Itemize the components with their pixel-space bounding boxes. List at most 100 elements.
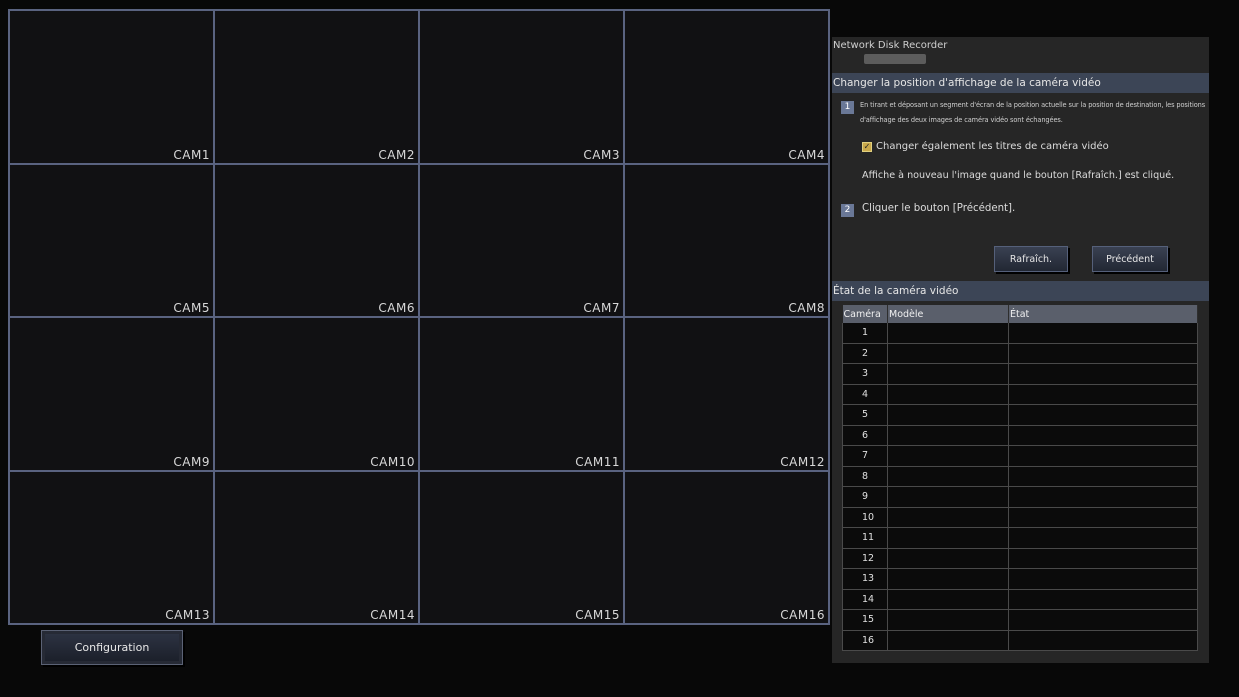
model-cell [887, 630, 1009, 651]
status-cell [1008, 568, 1198, 590]
camera-tile[interactable]: CAM11 [420, 318, 623, 470]
camera-tile[interactable]: CAM12 [625, 318, 828, 470]
status-cell [1008, 425, 1198, 446]
model-cell [887, 404, 1009, 426]
camera-tile[interactable]: CAM5 [10, 164, 213, 316]
model-cell [887, 323, 1009, 344]
camera-tile[interactable]: CAM7 [420, 164, 623, 316]
status-cell [1008, 548, 1198, 569]
panel-title: Network Disk Recorder [833, 40, 948, 51]
step-2-instruction: Cliquer le bouton [Précédent]. [862, 203, 1016, 214]
configuration-button[interactable]: Configuration [41, 630, 183, 665]
model-cell [887, 486, 1009, 508]
camera-number-cell: 5 [842, 404, 888, 426]
camera-number-cell: 9 [842, 486, 888, 508]
camera-tile[interactable]: CAM13 [10, 471, 213, 623]
back-button[interactable]: Précédent [1092, 246, 1168, 272]
panel-subtitle-redacted [864, 54, 926, 64]
camera-title: CAM7 [583, 301, 620, 315]
model-cell [887, 445, 1009, 467]
camera-tile[interactable]: CAM1 [10, 11, 213, 163]
table-row: 12 [842, 548, 1198, 569]
table-row: 13 [842, 568, 1198, 590]
model-cell [887, 343, 1009, 364]
camera-tile[interactable]: CAM2 [215, 11, 418, 163]
camera-title: CAM11 [575, 454, 620, 469]
table-row: 1 [842, 323, 1198, 344]
camera-title: CAM4 [788, 147, 825, 162]
camera-number-cell: 8 [842, 466, 888, 487]
status-cell [1008, 323, 1198, 344]
camera-number-cell: 16 [842, 630, 888, 651]
camera-title: CAM16 [780, 608, 825, 622]
model-cell [887, 425, 1009, 446]
camera-number-cell: 4 [842, 384, 888, 405]
table-row: 14 [842, 589, 1198, 610]
table-row: 10 [842, 507, 1198, 528]
section-header-camera-status: État de la caméra vidéo [832, 281, 1209, 301]
camera-tile[interactable]: CAM3 [420, 11, 623, 163]
camera-number-cell: 12 [842, 548, 888, 569]
change-titles-option: ✓ Changer également les titres de caméra… [862, 141, 1109, 152]
camera-number-cell: 6 [842, 425, 888, 446]
change-titles-label: Changer également les titres de caméra v… [876, 141, 1109, 152]
camera-title: CAM3 [583, 147, 620, 162]
table-row: 7 [842, 445, 1198, 467]
step-1-instruction: En tirant et déposant un segment d'écran… [860, 101, 1206, 124]
camera-title: CAM13 [165, 608, 210, 622]
camera-tile[interactable]: CAM14 [215, 471, 418, 623]
camera-tile[interactable]: CAM6 [215, 164, 418, 316]
camera-number-cell: 13 [842, 568, 888, 590]
model-cell [887, 589, 1009, 610]
status-cell [1008, 384, 1198, 405]
status-cell [1008, 507, 1198, 528]
camera-tile[interactable]: CAM9 [10, 318, 213, 470]
camera-number-cell: 10 [842, 507, 888, 528]
camera-title: CAM12 [780, 454, 825, 469]
column-header-status: État [1008, 305, 1198, 323]
model-cell [887, 568, 1009, 590]
change-titles-checkbox[interactable]: ✓ [862, 141, 872, 152]
status-cell [1008, 343, 1198, 364]
table-row: 11 [842, 527, 1198, 549]
status-cell [1008, 404, 1198, 426]
table-row: 15 [842, 609, 1198, 631]
camera-title: CAM2 [378, 147, 415, 162]
status-cell [1008, 363, 1198, 385]
table-row: 4 [842, 384, 1198, 405]
camera-title: CAM5 [173, 301, 210, 315]
refresh-button[interactable]: Rafraîch. [994, 246, 1068, 272]
camera-number-cell: 3 [842, 363, 888, 385]
camera-status-table: Caméra Modèle État 1 2 3 4 5 6 7 8 9 10 11 12 13 14 15… [842, 305, 1198, 651]
status-cell [1008, 466, 1198, 487]
camera-number-cell: 15 [842, 609, 888, 631]
step-1-badge: 1 [841, 101, 854, 114]
camera-title: CAM6 [378, 301, 415, 315]
table-row: 5 [842, 404, 1198, 426]
status-cell [1008, 486, 1198, 508]
camera-number-cell: 7 [842, 445, 888, 467]
camera-tile[interactable]: CAM8 [625, 164, 828, 316]
camera-tile[interactable]: CAM16 [625, 471, 828, 623]
camera-tile[interactable]: CAM4 [625, 11, 828, 163]
table-row: 2 [842, 343, 1198, 364]
camera-number-cell: 14 [842, 589, 888, 610]
step-2-badge: 2 [841, 204, 854, 217]
refresh-note: Affiche à nouveau l'image quand le bouto… [862, 170, 1175, 181]
camera-tile[interactable]: CAM10 [215, 318, 418, 470]
camera-tile[interactable]: CAM15 [420, 471, 623, 623]
table-row: 9 [842, 486, 1198, 508]
status-cell [1008, 630, 1198, 651]
model-cell [887, 527, 1009, 549]
status-cell [1008, 609, 1198, 631]
table-row: 16 [842, 630, 1198, 651]
status-cell [1008, 527, 1198, 549]
camera-title: CAM9 [173, 454, 210, 469]
column-header-camera: Caméra [842, 305, 888, 323]
status-cell [1008, 589, 1198, 610]
model-cell [887, 548, 1009, 569]
column-header-model: Modèle [887, 305, 1009, 323]
camera-title: CAM1 [173, 147, 210, 162]
status-cell [1008, 445, 1198, 467]
table-row: 6 [842, 425, 1198, 446]
